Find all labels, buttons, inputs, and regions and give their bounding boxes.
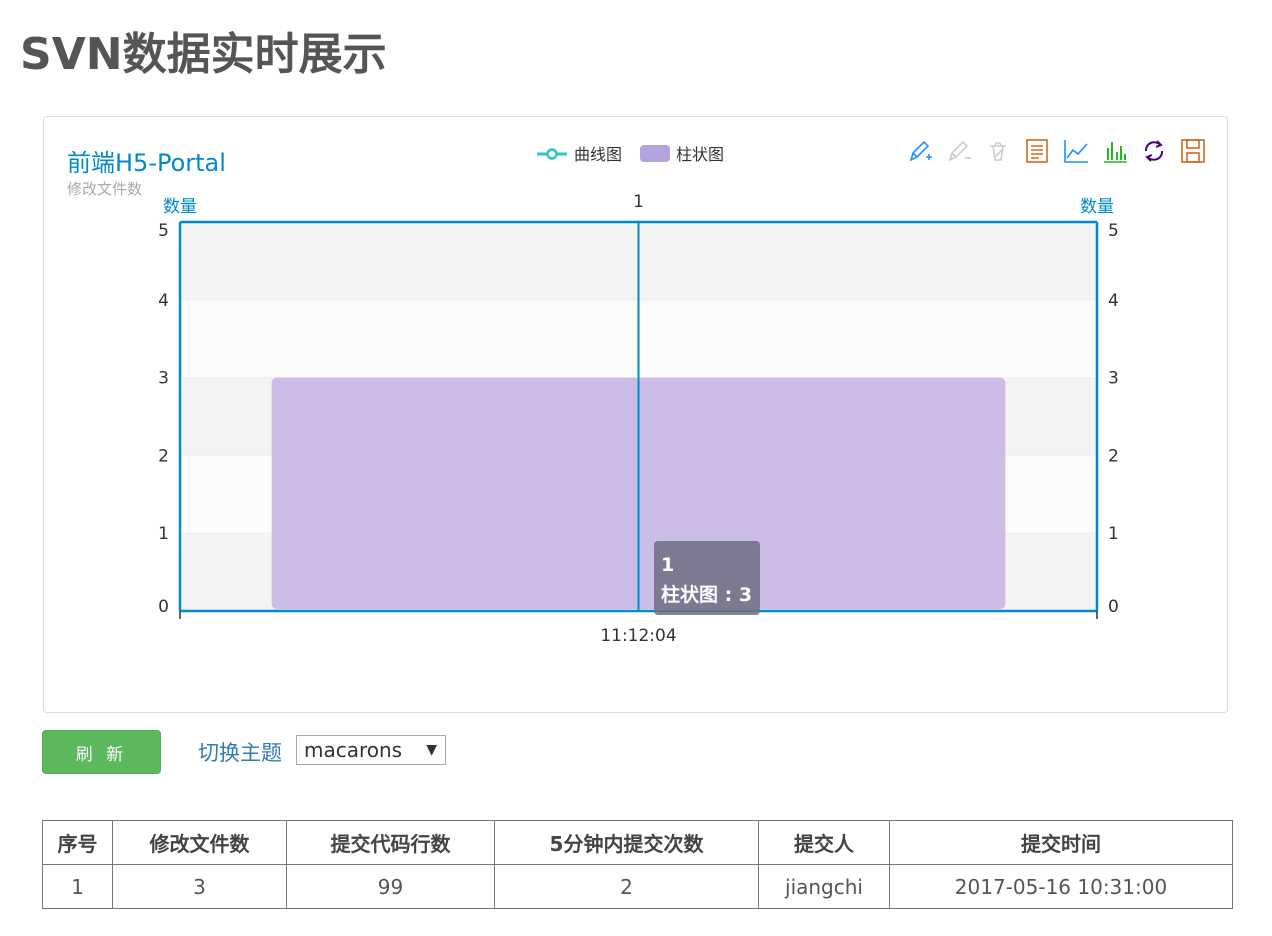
table-header-cell: 修改文件数 — [112, 820, 287, 865]
table-cell: 2017-05-16 10:31:00 — [889, 864, 1233, 909]
legend-label-line: 曲线图 — [574, 145, 623, 164]
save-image-icon[interactable] — [1179, 137, 1207, 165]
table-header-cell: 提交时间 — [889, 820, 1233, 865]
bar-chart-icon[interactable] — [1101, 137, 1129, 165]
restore-icon[interactable] — [1140, 137, 1168, 165]
y-tick-label-right: 3 — [1108, 369, 1119, 389]
y-axis-name-left: 数量 — [163, 197, 197, 217]
y-tick-label-left: 5 — [158, 221, 169, 241]
table-cell: 2 — [494, 864, 759, 909]
table-header-cell: 5分钟内提交次数 — [494, 820, 759, 865]
line-legend-icon — [536, 146, 568, 160]
top-x-tick-label: 1 — [633, 192, 644, 212]
chevron-down-icon: ▼ — [426, 742, 437, 758]
theme-select-value: macarons — [304, 738, 403, 762]
y-tick-label-left: 2 — [158, 446, 169, 466]
bar-legend-icon — [640, 144, 671, 162]
table-cell: jiangchi — [758, 864, 890, 909]
x-tick-label: 11:12:04 — [600, 626, 676, 646]
legend-item-line[interactable]: 曲线图 — [536, 141, 622, 165]
table-header-row: 序号 修改文件数 提交代码行数 5分钟内提交次数 提交人 提交时间 — [42, 820, 1233, 865]
data-view-icon[interactable] — [1023, 137, 1051, 165]
chart-subtitle: 修改文件数 — [67, 180, 143, 198]
svn-data-table: 序号 修改文件数 提交代码行数 5分钟内提交次数 提交人 提交时间 1 3 99… — [42, 820, 1233, 909]
chart-canvas: 11:12:04 1 0 0 1 1 2 2 3 3 4 4 5 5 数量 数量 1 柱状图 : 3 — [158, 192, 1119, 646]
table-row: 1 3 99 2 jiangchi 2017-05-16 10:31:00 — [42, 864, 1233, 909]
y-tick-label-left: 0 — [158, 597, 169, 617]
table-cell: 1 — [42, 864, 113, 909]
chart-legend: 曲线图 柱状图 — [536, 141, 734, 165]
line-chart-icon[interactable] — [1062, 137, 1090, 165]
theme-switch-label: 切换主题 — [198, 741, 282, 765]
y-axis-name-right: 数量 — [1080, 197, 1114, 217]
refresh-button[interactable]: 刷 新 — [42, 730, 161, 774]
table-cell: 99 — [286, 864, 495, 909]
tooltip-body: 柱状图 : 3 — [661, 583, 752, 606]
mark-pen-icon[interactable] — [906, 137, 934, 165]
y-tick-label-right: 1 — [1108, 524, 1119, 544]
y-tick-label-right: 5 — [1108, 221, 1119, 241]
chart-panel: 11:12:04 1 0 0 1 1 2 2 3 3 4 4 5 5 数量 数量 1 柱状图 : 3 前端H5-P… — [43, 116, 1228, 713]
chart-title: 前端H5-Portal — [67, 149, 226, 177]
page-title: SVN数据实时展示 — [20, 29, 387, 80]
table-cell: 3 — [112, 864, 287, 909]
table-header-cell: 提交代码行数 — [286, 820, 495, 865]
mark-clear-icon[interactable] — [984, 137, 1012, 165]
chart-toolbox — [906, 137, 1207, 165]
table-header-cell: 提交人 — [758, 820, 890, 865]
legend-item-bar[interactable]: 柱状图 — [640, 141, 724, 165]
y-tick-label-left: 3 — [158, 369, 169, 389]
y-tick-label-right: 0 — [1108, 597, 1119, 617]
theme-select[interactable]: macarons ▼ — [296, 735, 446, 765]
tooltip-title: 1 — [661, 554, 674, 576]
y-tick-label-right: 4 — [1108, 291, 1119, 311]
legend-label-bar: 柱状图 — [676, 145, 725, 164]
y-tick-label-left: 1 — [158, 524, 169, 544]
y-tick-label-right: 2 — [1108, 446, 1119, 466]
mark-undo-icon[interactable] — [945, 137, 973, 165]
y-tick-label-left: 4 — [158, 291, 169, 311]
table-header-cell: 序号 — [42, 820, 113, 865]
